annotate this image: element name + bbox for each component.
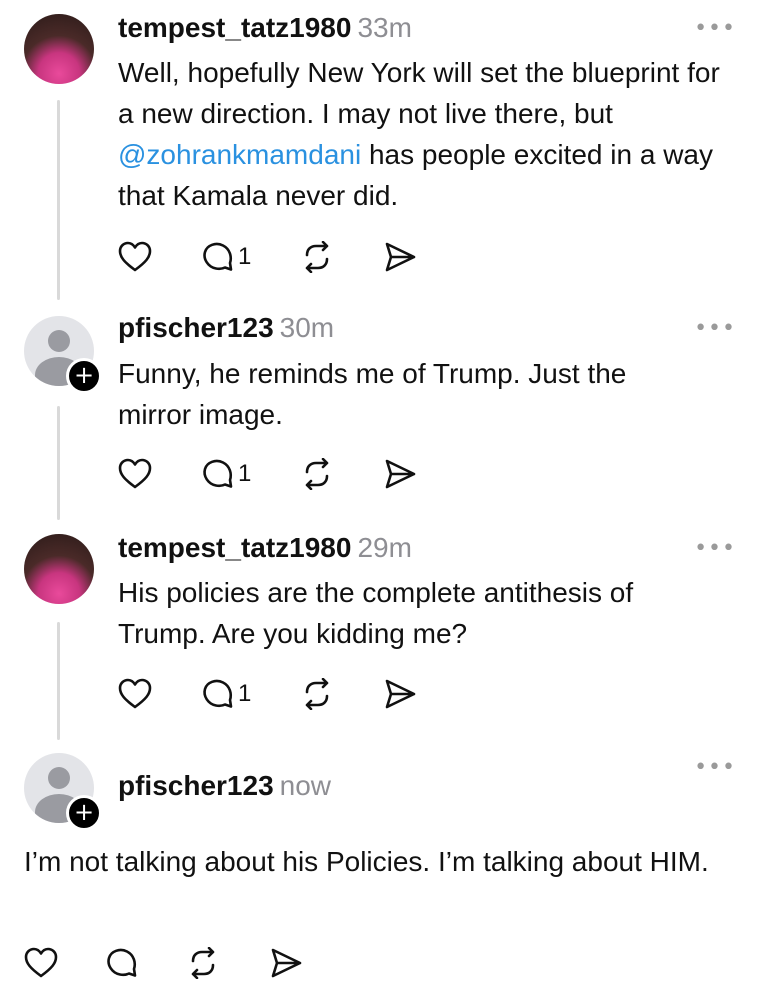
send-icon	[385, 242, 416, 272]
post-text: Funny, he reminds me of Trump. Just the …	[118, 358, 627, 430]
timestamp: 29m	[357, 532, 412, 563]
post-3: tempest_tatz1980 29m ••• His policies are…	[0, 520, 766, 740]
avatar[interactable]: +	[24, 753, 102, 831]
comment-icon	[203, 679, 233, 708]
post-text: His policies are the complete antithesis…	[118, 577, 634, 649]
reply-count: 1	[238, 460, 252, 487]
more-options-icon[interactable]: •••	[694, 16, 736, 41]
repost-icon	[191, 947, 215, 979]
share-button[interactable]	[383, 237, 417, 277]
post-header: pfischer123 30m	[118, 312, 334, 344]
repost-icon	[305, 241, 329, 273]
avatar-head	[48, 330, 70, 352]
mention-link[interactable]: @zohrankmamdani	[118, 139, 361, 170]
heart-icon	[118, 241, 152, 272]
post-header: pfischer123 now	[118, 770, 331, 802]
repost-icon	[305, 678, 329, 710]
comment-icon	[203, 459, 233, 488]
send-icon	[385, 459, 416, 489]
post-header: tempest_tatz1980 29m	[118, 532, 412, 564]
like-button[interactable]	[24, 943, 58, 983]
timestamp: now	[279, 770, 332, 801]
reply-button[interactable]: 1	[202, 237, 251, 277]
reply-button[interactable]	[106, 943, 138, 983]
repost-icon	[305, 458, 329, 490]
post-header: tempest_tatz1980 33m	[118, 12, 412, 44]
repost-button[interactable]	[300, 237, 334, 277]
username[interactable]: pfischer123	[118, 770, 274, 801]
more-options-icon[interactable]: •••	[694, 755, 736, 780]
share-button[interactable]	[383, 674, 417, 714]
heart-icon	[118, 678, 152, 709]
username[interactable]: tempest_tatz1980	[118, 12, 351, 43]
avatar[interactable]: +	[24, 316, 102, 394]
thread-line	[57, 100, 60, 300]
reply-button[interactable]: 1	[202, 674, 251, 714]
post-4: + pfischer123 now ••• I’m not talking abo…	[0, 740, 766, 1000]
send-icon	[271, 948, 302, 978]
comment-icon	[107, 948, 137, 977]
reply-button[interactable]: 1	[202, 454, 251, 494]
avatar[interactable]	[24, 14, 94, 84]
timestamp: 33m	[357, 12, 412, 43]
avatar[interactable]	[24, 534, 94, 604]
timestamp: 30m	[279, 312, 335, 343]
heart-icon	[24, 947, 58, 978]
reply-count: 1	[238, 680, 252, 707]
like-button[interactable]	[118, 237, 152, 277]
more-options-icon[interactable]: •••	[694, 536, 736, 561]
username[interactable]: tempest_tatz1980	[118, 532, 351, 563]
heart-icon	[118, 458, 152, 489]
like-button[interactable]	[118, 674, 152, 714]
repost-button[interactable]	[300, 454, 334, 494]
post-2: + pfischer123 30m ••• Funny, he reminds m…	[0, 300, 766, 520]
avatar-head	[48, 767, 70, 789]
reply-count: 1	[238, 243, 252, 270]
send-icon	[385, 679, 416, 709]
post-text: I’m not talking about his Policies. I’m …	[24, 846, 709, 877]
share-button[interactable]	[269, 943, 303, 983]
repost-button[interactable]	[186, 943, 220, 983]
like-button[interactable]	[118, 454, 152, 494]
avatar-image	[24, 534, 94, 604]
follow-button[interactable]: +	[66, 358, 102, 394]
avatar-image	[24, 14, 94, 84]
more-options-icon[interactable]: •••	[694, 316, 736, 341]
username[interactable]: pfischer123	[118, 312, 274, 343]
thread-line	[57, 622, 60, 740]
thread-line	[57, 406, 60, 520]
post-text-before: Well, hopefully New York will set the bl…	[118, 57, 720, 129]
post-text: Well, hopefully New York will set the bl…	[118, 52, 726, 216]
post-1: tempest_tatz1980 33m ••• Well, hopefully …	[0, 0, 766, 300]
comment-icon	[203, 242, 233, 271]
repost-button[interactable]	[300, 674, 334, 714]
follow-button[interactable]: +	[66, 795, 102, 831]
share-button[interactable]	[383, 454, 417, 494]
